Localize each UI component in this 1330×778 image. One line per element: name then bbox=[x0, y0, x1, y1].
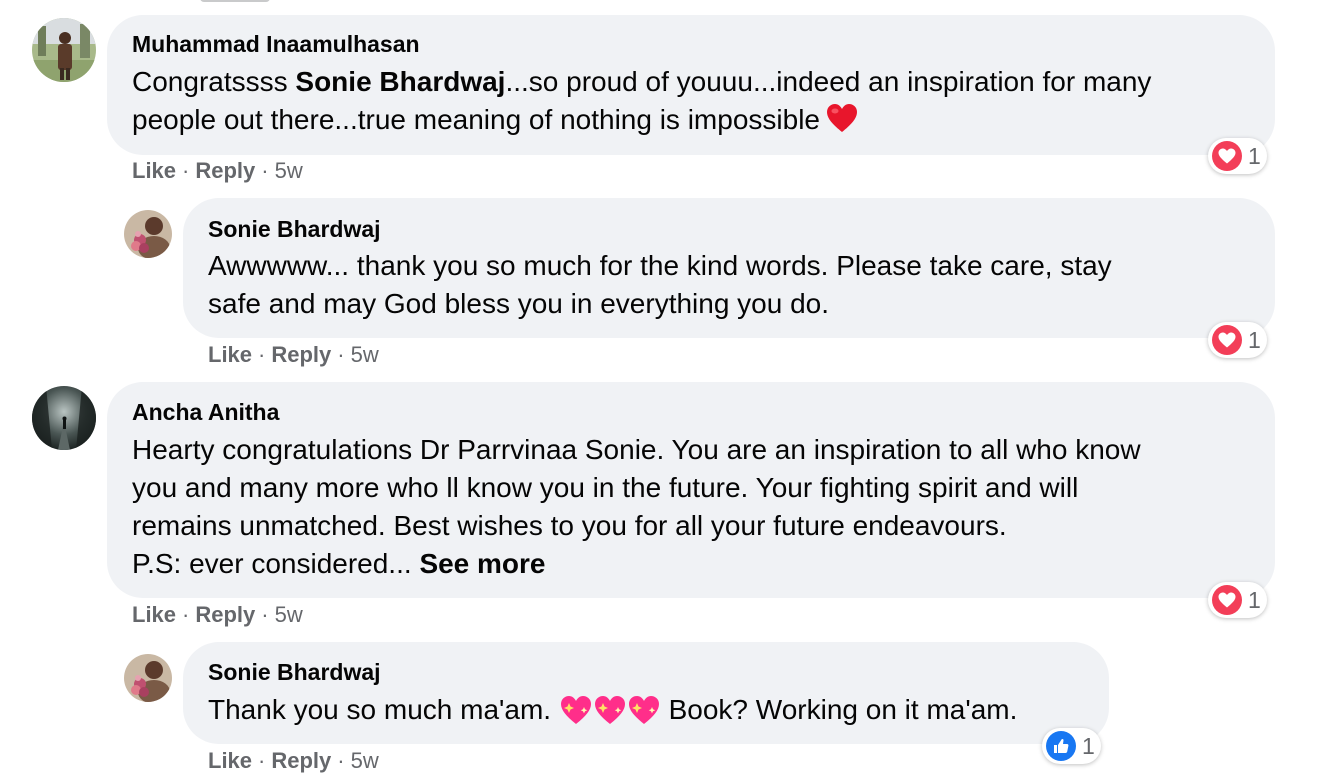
avatar[interactable] bbox=[32, 18, 96, 82]
like-link[interactable]: Like bbox=[208, 342, 252, 367]
love-reaction-icon bbox=[1212, 141, 1242, 171]
timestamp[interactable]: 5w bbox=[275, 158, 303, 183]
reply-link[interactable]: Reply bbox=[195, 602, 255, 627]
reply-link[interactable]: Reply bbox=[271, 342, 331, 367]
reaction-count: 1 bbox=[1248, 586, 1261, 613]
reaction-badge[interactable]: 1 bbox=[1208, 138, 1267, 174]
reaction-count: 1 bbox=[1082, 732, 1095, 759]
clipped-previous-content bbox=[200, 0, 270, 2]
reaction-badge[interactable]: 1 bbox=[1042, 728, 1101, 764]
like-link[interactable]: Like bbox=[208, 748, 252, 773]
comment-actions: Like · Reply · 5w bbox=[208, 342, 379, 368]
red-heart-emoji bbox=[826, 103, 858, 143]
comment-text-line: remains unmatched. Best wishes to you fo… bbox=[132, 510, 1007, 541]
comment-author[interactable]: Sonie Bhardwaj bbox=[208, 659, 381, 686]
comment-actions: Like · Reply · 5w bbox=[132, 602, 303, 628]
separator-dot: · bbox=[337, 342, 345, 367]
timestamp[interactable]: 5w bbox=[351, 342, 379, 367]
comment-author[interactable]: Ancha Anitha bbox=[132, 399, 279, 426]
reaction-badge[interactable]: 1 bbox=[1208, 582, 1267, 618]
like-link[interactable]: Like bbox=[132, 602, 176, 627]
mentioned-user-link[interactable]: Sonie Bhardwaj bbox=[295, 66, 505, 97]
comment-text-line: Awwwww... thank you so much for the kind… bbox=[208, 250, 1112, 281]
avatar[interactable] bbox=[124, 654, 172, 702]
reply-link[interactable]: Reply bbox=[195, 158, 255, 183]
comment-text-line: Hearty congratulations Dr Parrvinaa Soni… bbox=[132, 434, 1141, 465]
comment-author[interactable]: Sonie Bhardwaj bbox=[208, 216, 381, 243]
like-reaction-icon bbox=[1046, 731, 1076, 761]
reply-link[interactable]: Reply bbox=[271, 748, 331, 773]
separator-dot: · bbox=[261, 158, 269, 183]
comment-text-line: safe and may God bless you in everything… bbox=[208, 288, 830, 319]
love-reaction-icon bbox=[1212, 585, 1242, 615]
separator-dot: · bbox=[182, 602, 190, 627]
comment-text-line: Congratssss Sonie Bhardwaj...so proud of… bbox=[132, 66, 1152, 97]
comment-text: Thank you so much ma'am. Book? Working o… bbox=[208, 691, 1108, 736]
separator-dot: · bbox=[258, 342, 266, 367]
timestamp[interactable]: 5w bbox=[275, 602, 303, 627]
separator-dot: · bbox=[258, 748, 266, 773]
comment-text: Awwwww... thank you so much for the kind… bbox=[208, 247, 1268, 323]
separator-dot: · bbox=[337, 748, 345, 773]
avatar[interactable] bbox=[124, 210, 172, 258]
comment-actions: Like · Reply · 5w bbox=[132, 158, 303, 184]
separator-dot: · bbox=[182, 158, 190, 183]
comment-author[interactable]: Muhammad Inaamulhasan bbox=[132, 31, 420, 58]
timestamp[interactable]: 5w bbox=[351, 748, 379, 773]
sparkling-heart-emoji bbox=[593, 694, 627, 736]
comment-text: Congratssss Sonie Bhardwaj...so proud of… bbox=[132, 63, 1262, 143]
reaction-badge[interactable]: 1 bbox=[1208, 322, 1267, 358]
like-link[interactable]: Like bbox=[132, 158, 176, 183]
sparkling-heart-emoji bbox=[627, 694, 661, 736]
see-more-link[interactable]: See more bbox=[419, 548, 545, 579]
comment-actions: Like · Reply · 5w bbox=[208, 748, 379, 774]
avatar[interactable] bbox=[32, 386, 96, 450]
comment-text-line: you and many more who ll know you in the… bbox=[132, 472, 1079, 503]
comment-text-line: people out there...true meaning of nothi… bbox=[132, 101, 1262, 143]
reaction-count: 1 bbox=[1248, 142, 1261, 169]
separator-dot: · bbox=[261, 602, 269, 627]
love-reaction-icon bbox=[1212, 325, 1242, 355]
comment-text: Hearty congratulations Dr Parrvinaa Soni… bbox=[132, 431, 1262, 583]
reaction-count: 1 bbox=[1248, 326, 1261, 353]
comment-text-line: P.S: ever considered... See more bbox=[132, 548, 546, 579]
sparkling-heart-emoji bbox=[559, 694, 593, 736]
